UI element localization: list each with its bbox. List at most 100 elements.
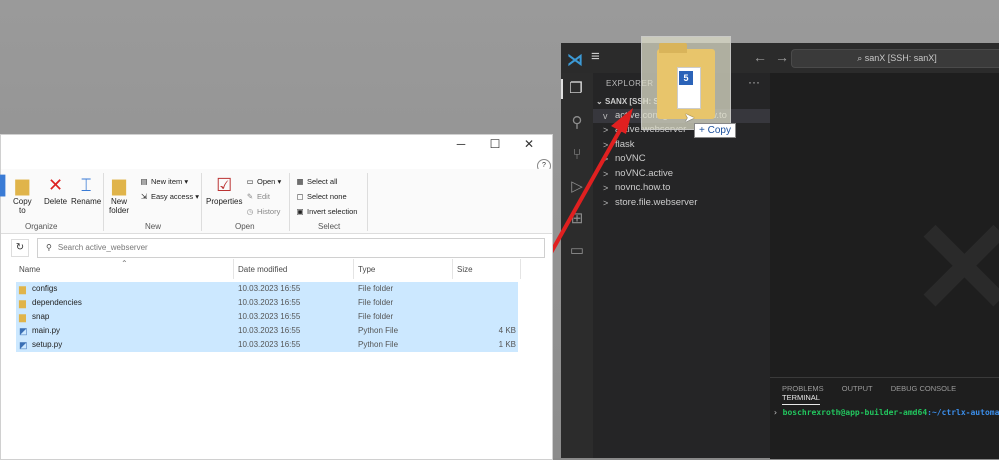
dropdown-icon: ▾ — [277, 177, 282, 186]
delete-label: Delete — [44, 197, 68, 206]
copy-badge: + Copy — [694, 123, 736, 138]
column-date-modified[interactable]: Date modified — [238, 265, 287, 274]
rename-button[interactable]: ⌶ Rename — [71, 175, 101, 206]
address-row: ↻ ⚲ Search active_webserver — [1, 235, 552, 261]
file-row[interactable]: ◩ setup.py 10.03.2023 16:55 Python File 1 KB — [16, 338, 518, 352]
column-size[interactable]: Size — [457, 265, 473, 274]
explorer-title-bar: ─ ☐ ✕ — [1, 135, 552, 157]
easy-access-button[interactable]: ⇲ Easy access ▾ — [139, 192, 199, 201]
open-icon: ▭ — [246, 177, 254, 186]
pin-icon: ▌ — [0, 175, 12, 195]
maximize-icon[interactable]: ☐ — [478, 137, 512, 151]
file-explorer-window: ─ ☐ ✕ ? ▌ ▆ Copy to ✕ Delete ⌶ Rename Organiz… — [0, 134, 553, 460]
window-controls: ─ ☐ ✕ — [444, 137, 546, 151]
delete-button[interactable]: ✕ Delete — [44, 175, 67, 206]
history-button[interactable]: ◷ History — [245, 207, 281, 216]
group-organize: Organize — [25, 222, 58, 231]
file-name: setup.py — [32, 340, 63, 349]
group-new: New — [145, 222, 162, 231]
column-divider[interactable] — [233, 259, 234, 279]
file-size: 4 KB — [498, 326, 516, 335]
select-all-button[interactable]: ▦ Select all — [295, 177, 337, 186]
column-name[interactable]: Name — [19, 265, 40, 274]
file-name: configs — [32, 284, 58, 293]
search-icon: ⚲ — [46, 243, 52, 252]
close-icon[interactable]: ✕ — [512, 137, 546, 151]
group-divider — [103, 173, 104, 231]
edit-label: Edit — [257, 192, 270, 201]
pin-button[interactable]: ▌ — [0, 175, 12, 197]
column-divider[interactable] — [452, 259, 453, 279]
html5-icon: 5 — [679, 71, 693, 85]
easy-access-icon: ⇲ — [140, 192, 148, 201]
file-row[interactable]: ◩ main.py 10.03.2023 16:55 Python File 4 KB — [16, 324, 518, 338]
column-divider[interactable] — [353, 259, 354, 279]
file-name: snap — [32, 312, 50, 321]
properties-icon: ☑ — [216, 175, 233, 195]
file-date: 10.03.2023 16:55 — [238, 326, 301, 335]
history-icon: ◷ — [246, 207, 254, 216]
sort-caret-icon: ⌃ — [121, 259, 128, 268]
rename-label: Rename — [71, 197, 102, 206]
minimize-icon[interactable]: ─ — [444, 137, 478, 151]
file-date: 10.03.2023 16:55 — [238, 298, 301, 307]
select-none-button[interactable]: ▢ Select none — [295, 192, 347, 201]
python-file-icon: ◩ — [19, 340, 28, 350]
arrow-head — [611, 108, 633, 134]
file-name: dependencies — [32, 298, 82, 307]
search-placeholder: Search active_webserver — [57, 243, 148, 252]
ribbon: ▌ ▆ Copy to ✕ Delete ⌶ Rename Organize ▆ New… — [0, 169, 552, 234]
dropdown-icon: ▾ — [184, 177, 189, 186]
select-none-label: Select none — [307, 192, 347, 201]
folder-icon: ▆ — [19, 298, 26, 308]
search-input[interactable]: ⚲ Search active_webserver — [37, 238, 545, 258]
new-item-icon: ▤ — [140, 177, 148, 186]
properties-label: Properties — [206, 197, 243, 206]
edit-icon: ✎ — [246, 192, 254, 201]
group-select: Select — [318, 222, 341, 231]
file-name: main.py — [32, 326, 61, 335]
file-type: Python File — [358, 340, 399, 349]
copy-to-label: Copy to — [13, 197, 32, 215]
python-file-icon: ◩ — [19, 326, 28, 336]
invert-selection-label: Invert selection — [307, 207, 358, 216]
column-type[interactable]: Type — [358, 265, 375, 274]
select-all-icon: ▦ — [296, 177, 304, 186]
refresh-icon[interactable]: ↻ — [11, 239, 29, 257]
group-divider — [201, 173, 202, 231]
column-headers: ⌃ Name Date modified Type Size — [1, 259, 552, 279]
invert-selection-button[interactable]: ▣ Invert selection — [295, 207, 357, 216]
group-divider — [367, 173, 368, 231]
group-open: Open — [235, 222, 255, 231]
file-type: File folder — [358, 312, 394, 321]
invert-selection-icon: ▣ — [296, 207, 304, 216]
folder-icon: ▆ — [19, 284, 26, 294]
rename-icon: ⌶ — [80, 175, 92, 195]
new-folder-icon: ▆ — [112, 175, 126, 195]
dropdown-icon: ▾ — [195, 192, 199, 201]
easy-access-label: Easy access — [151, 192, 194, 201]
select-all-label: Select all — [307, 177, 338, 186]
file-row[interactable]: ▆ configs 10.03.2023 16:55 File folder — [16, 282, 518, 296]
folder-tab — [659, 43, 687, 53]
group-divider — [289, 173, 290, 231]
new-item-label: New item — [151, 177, 183, 186]
file-type: File folder — [358, 284, 394, 293]
new-item-button[interactable]: ▤ New item ▾ — [139, 177, 188, 186]
file-date: 10.03.2023 16:55 — [238, 284, 301, 293]
properties-button[interactable]: ☑ Properties — [206, 175, 242, 206]
edit-button[interactable]: ✎ Edit — [245, 192, 270, 201]
open-label: Open — [257, 177, 276, 186]
file-date: 10.03.2023 16:55 — [238, 340, 301, 349]
file-row[interactable]: ▆ snap 10.03.2023 16:55 File folder — [16, 310, 518, 324]
copy-to-button[interactable]: ▆ Copy to — [13, 175, 32, 215]
file-row[interactable]: ▆ dependencies 10.03.2023 16:55 File folder — [16, 296, 518, 310]
file-date: 10.03.2023 16:55 — [238, 312, 301, 321]
open-button[interactable]: ▭ Open ▾ — [245, 177, 281, 186]
new-folder-button[interactable]: ▆ New folder — [109, 175, 129, 215]
file-type: File folder — [358, 298, 394, 307]
new-folder-label: New folder — [109, 197, 130, 215]
folder-copy-icon: ▆ — [15, 175, 30, 195]
select-none-icon: ▢ — [296, 192, 304, 201]
column-divider[interactable] — [520, 259, 521, 279]
